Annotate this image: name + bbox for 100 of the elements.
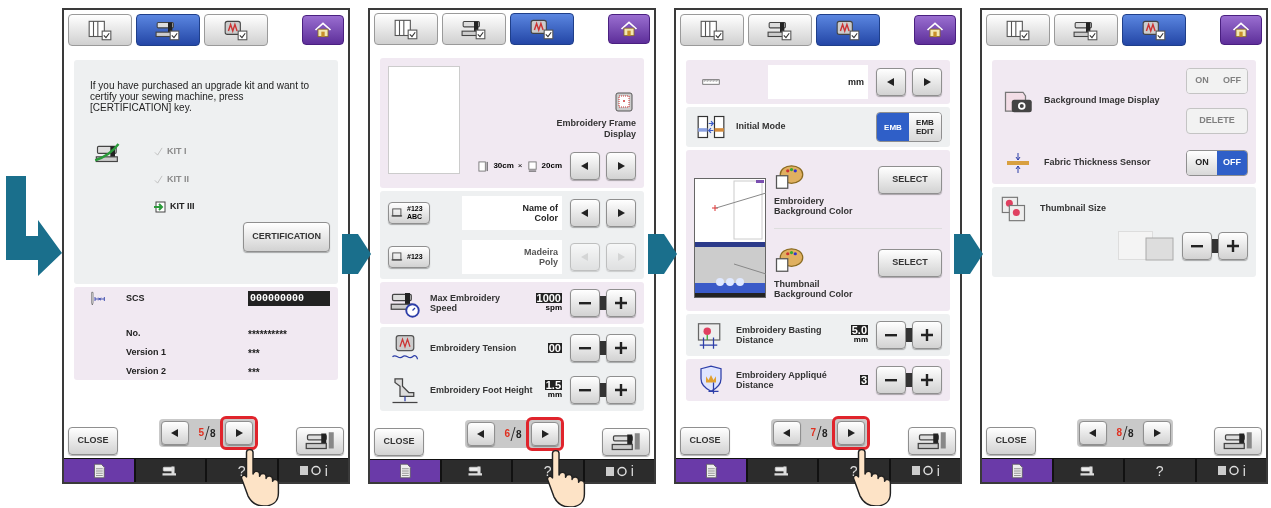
page-total: 8 bbox=[516, 428, 522, 443]
close-button[interactable]: CLOSE bbox=[680, 427, 730, 455]
category-tab[interactable] bbox=[1054, 14, 1118, 46]
next-step-arrow-icon bbox=[342, 232, 372, 276]
next-button[interactable] bbox=[912, 68, 942, 96]
toggle-option[interactable]: ON bbox=[1187, 151, 1217, 175]
footer-tab[interactable] bbox=[1053, 459, 1123, 482]
home-button[interactable] bbox=[914, 15, 956, 45]
right-caret-icon bbox=[616, 208, 626, 219]
frame-icon bbox=[612, 90, 636, 115]
footer-tab[interactable] bbox=[441, 460, 511, 482]
info-value: ********** bbox=[248, 327, 288, 342]
category-tab[interactable] bbox=[1122, 14, 1186, 46]
close-button[interactable]: CLOSE bbox=[986, 427, 1036, 455]
kit-label: KIT III bbox=[170, 200, 195, 213]
info-label: Version 2 bbox=[126, 365, 168, 379]
footer-tab[interactable]: ? bbox=[1125, 459, 1195, 482]
right-caret-icon bbox=[234, 428, 244, 438]
plus-icon bbox=[614, 296, 628, 311]
category-tab[interactable] bbox=[748, 14, 812, 46]
previous-button[interactable] bbox=[876, 68, 906, 96]
plus-icon bbox=[920, 328, 934, 342]
mode-option[interactable]: EMB bbox=[877, 113, 909, 141]
mode-toggle[interactable]: EMB EMB EDIT bbox=[876, 112, 942, 142]
previous-page-button[interactable] bbox=[773, 421, 801, 445]
plus-button[interactable] bbox=[1218, 232, 1248, 260]
plus-button[interactable] bbox=[606, 376, 636, 405]
category-tab[interactable] bbox=[986, 14, 1050, 46]
home-button[interactable] bbox=[1220, 15, 1262, 45]
footer-tab[interactable]: i bbox=[584, 460, 654, 482]
home-button[interactable] bbox=[302, 15, 344, 45]
page-total: 8 bbox=[822, 427, 828, 441]
select-button[interactable]: SELECT bbox=[878, 166, 942, 194]
sewing-mode-button[interactable] bbox=[908, 427, 956, 455]
minus-button[interactable] bbox=[570, 334, 600, 363]
category-tab[interactable] bbox=[816, 14, 880, 46]
thumbnail-icon bbox=[1000, 195, 1028, 223]
plus-icon bbox=[920, 373, 934, 387]
on-off-toggle[interactable]: ON OFF bbox=[1186, 150, 1248, 176]
minus-button[interactable] bbox=[876, 366, 906, 394]
footer-tab[interactable]: i bbox=[1196, 459, 1266, 482]
right-caret-icon bbox=[1152, 428, 1162, 438]
footer-tab[interactable] bbox=[370, 460, 440, 482]
previous-page-button[interactable] bbox=[1079, 421, 1107, 445]
footer-tab[interactable]: i bbox=[890, 459, 960, 482]
sewing-machine-icon bbox=[303, 431, 337, 451]
plus-button[interactable] bbox=[606, 289, 636, 318]
slash-icon bbox=[204, 425, 210, 441]
next-page-button[interactable] bbox=[1143, 421, 1171, 445]
instruction-text: If you have purchased an upgrade kit and want to certify your sewing machine, press [CERTIFICATION] key. bbox=[89, 79, 311, 115]
stepper-joint bbox=[600, 341, 606, 356]
category-tab[interactable] bbox=[374, 13, 438, 46]
certification-button[interactable]: CERTIFICATION bbox=[243, 221, 330, 252]
footer-tab[interactable] bbox=[676, 459, 746, 482]
close-button[interactable]: CLOSE bbox=[68, 427, 118, 455]
category-tab[interactable] bbox=[680, 14, 744, 46]
previous-button[interactable] bbox=[570, 199, 600, 228]
minus-button[interactable] bbox=[1182, 232, 1212, 260]
sewing-mode-button[interactable] bbox=[1214, 427, 1262, 455]
next-button[interactable] bbox=[606, 152, 636, 181]
previous-button[interactable] bbox=[570, 152, 600, 181]
page-total: 8 bbox=[210, 427, 216, 441]
times-sign: × bbox=[517, 160, 523, 173]
stepper-joint bbox=[906, 373, 912, 387]
footer-tab[interactable] bbox=[982, 459, 1052, 482]
setting-label: Max Embroidery Speed bbox=[430, 293, 502, 314]
stepper-joint bbox=[600, 383, 606, 398]
category-tab[interactable] bbox=[510, 13, 574, 46]
setting-value: 3 bbox=[859, 375, 868, 385]
category-tab[interactable] bbox=[204, 14, 268, 46]
footer-tab[interactable] bbox=[135, 459, 205, 482]
previous-page-button[interactable] bbox=[467, 422, 495, 447]
category-tab[interactable] bbox=[68, 14, 132, 46]
sewing-mode-button[interactable] bbox=[296, 427, 344, 455]
setting-label: Embroidery Tension bbox=[430, 343, 518, 354]
footer-tab[interactable]: i bbox=[278, 459, 348, 482]
close-button[interactable]: CLOSE bbox=[374, 428, 424, 457]
category-tab[interactable] bbox=[442, 13, 506, 46]
plus-button[interactable] bbox=[912, 321, 942, 349]
next-button[interactable] bbox=[606, 199, 636, 228]
setting-label: Embroidery Foot Height bbox=[430, 385, 534, 396]
mode-option[interactable]: EMB EDIT bbox=[909, 113, 941, 141]
plus-button[interactable] bbox=[606, 334, 636, 363]
sewing-mode-button[interactable] bbox=[602, 428, 650, 457]
minus-button[interactable] bbox=[876, 321, 906, 349]
info-label: SCS bbox=[126, 291, 146, 305]
footer-tab[interactable] bbox=[747, 459, 817, 482]
right-caret-icon bbox=[616, 252, 626, 263]
minus-button[interactable] bbox=[570, 289, 600, 318]
select-button[interactable]: SELECT bbox=[878, 249, 942, 277]
home-button[interactable] bbox=[608, 14, 650, 45]
category-tab[interactable] bbox=[136, 14, 200, 46]
previous-page-button[interactable] bbox=[161, 421, 189, 445]
palette-icon bbox=[774, 245, 804, 275]
footer-tab[interactable] bbox=[64, 459, 134, 482]
minus-button[interactable] bbox=[570, 376, 600, 405]
plus-icon bbox=[614, 341, 628, 356]
left-caret-icon bbox=[580, 252, 590, 263]
toggle-option[interactable]: OFF bbox=[1217, 151, 1247, 175]
plus-button[interactable] bbox=[912, 366, 942, 394]
